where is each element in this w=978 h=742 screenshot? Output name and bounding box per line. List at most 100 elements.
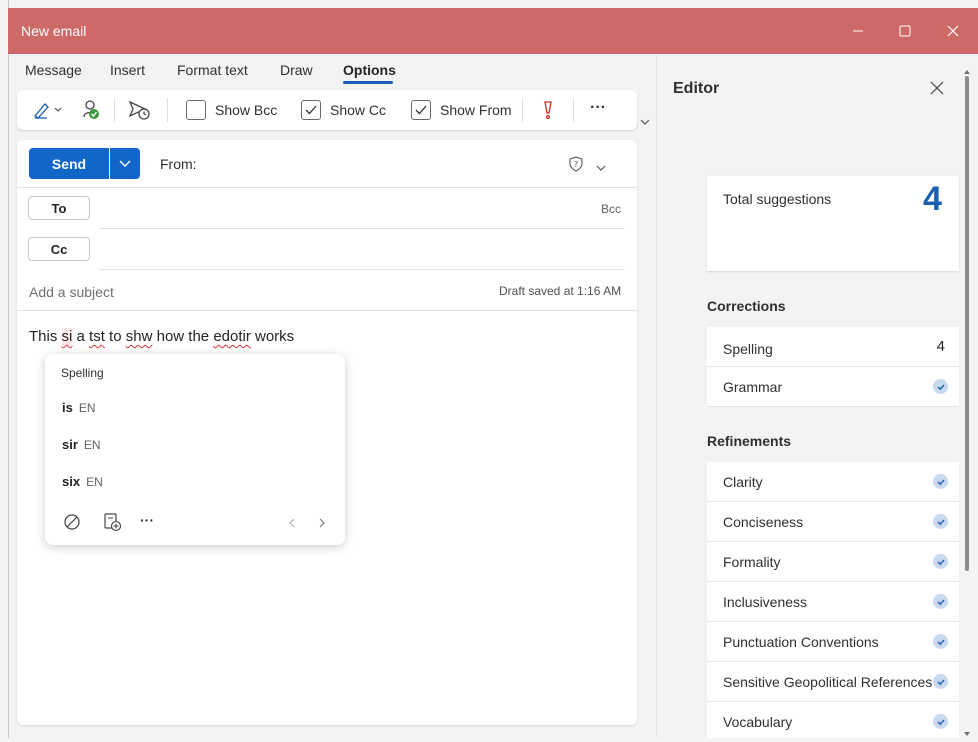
send-options-dropdown[interactable] [110, 148, 140, 179]
bcc-link[interactable]: Bcc [601, 202, 621, 216]
refinements-heading: Refinements [707, 433, 792, 449]
checkmark-icon [415, 105, 427, 115]
refinement-clarity-row[interactable]: Clarity [707, 462, 959, 502]
more-options-button[interactable]: ··· [590, 99, 606, 117]
suggestion-item[interactable]: sir EN [62, 437, 101, 452]
body-text: This [29, 328, 62, 345]
send-button[interactable]: Send [29, 148, 109, 179]
checkmark-circle-icon [933, 474, 948, 489]
tab-insert[interactable]: Insert [110, 62, 145, 78]
chevron-left-icon [289, 518, 295, 528]
corrections-grammar-row[interactable]: Grammar [707, 367, 959, 407]
refinement-inclusiveness-row[interactable]: Inclusiveness [707, 582, 959, 622]
subject-input[interactable]: Add a subject [29, 284, 114, 300]
misspelled-word[interactable]: shw [126, 328, 153, 345]
signature-button[interactable] [33, 100, 63, 125]
row-label: Inclusiveness [723, 594, 808, 610]
show-bcc-checkbox[interactable] [186, 100, 206, 120]
checkmark-circle-icon [933, 594, 948, 609]
importance-high-button[interactable] [541, 100, 555, 125]
show-bcc-label[interactable]: Show Bcc [215, 102, 277, 118]
checkmark-icon [305, 105, 317, 115]
ribbon-expand-button[interactable] [639, 114, 651, 132]
chevron-down-icon [596, 165, 606, 171]
tab-format-text[interactable]: Format text [177, 62, 248, 78]
minimize-button[interactable] [834, 8, 882, 54]
divider [17, 187, 637, 188]
exclamation-icon [544, 101, 552, 120]
suggestion-language: EN [83, 438, 101, 452]
sensitivity-button[interactable] [81, 99, 101, 126]
tab-options[interactable]: Options [343, 62, 396, 78]
caret-down-icon [964, 732, 970, 736]
refinement-punctuation-row[interactable]: Punctuation Conventions [707, 622, 959, 662]
misspelled-word[interactable]: tst [89, 328, 105, 345]
row-label: Clarity [723, 474, 763, 490]
refinement-vocabulary-row[interactable]: Vocabulary [707, 702, 959, 738]
checkmark-circle-icon [933, 379, 948, 394]
shield-icon: ? [569, 156, 583, 172]
suggestion-language: EN [86, 475, 103, 489]
toolbar-divider [522, 98, 523, 122]
show-from-checkbox[interactable] [411, 100, 431, 120]
person-check-icon [83, 100, 99, 119]
refinement-formality-row[interactable]: Formality [707, 542, 959, 582]
suggestion-item[interactable]: is EN [62, 400, 96, 415]
draft-status: Draft saved at 1:16 AM [499, 284, 622, 298]
misspelled-word[interactable]: edotir [213, 328, 251, 345]
refinement-geopolitical-row[interactable]: Sensitive Geopolitical References [707, 662, 959, 702]
cc-field[interactable] [99, 233, 625, 267]
from-dropdown[interactable] [595, 160, 607, 178]
corrections-spelling-row[interactable]: Spelling 4 [707, 327, 959, 367]
body-text: works [250, 328, 295, 345]
editor-title: Editor [673, 80, 720, 97]
divider [99, 269, 625, 270]
tab-draw[interactable]: Draw [280, 62, 313, 78]
from-label[interactable]: From: [160, 156, 197, 172]
spelling-suggestions-popup: Spelling is EN sir EN six EN ··· [45, 354, 345, 545]
row-label: Punctuation Conventions [723, 634, 879, 650]
suggestion-item[interactable]: six EN [62, 474, 103, 489]
divider [17, 310, 637, 311]
maximize-button[interactable] [881, 8, 929, 54]
send-label: Send [51, 155, 87, 172]
checkmark-circle-icon [933, 514, 948, 529]
ignore-button[interactable] [63, 513, 81, 536]
row-label: Spelling [723, 341, 773, 357]
close-editor-button[interactable] [930, 81, 944, 100]
total-suggestions-card: Total suggestions 4 [707, 176, 959, 271]
cc-label: Cc [50, 241, 68, 257]
chevron-right-icon [319, 518, 325, 528]
message-body[interactable]: This si a tst to shw how the edotir work… [29, 328, 294, 345]
body-text: how the [152, 328, 214, 345]
sensitivity-indicator[interactable]: ? [569, 156, 583, 177]
next-suggestion-button[interactable] [317, 516, 327, 534]
window-title: New email [21, 23, 87, 39]
add-to-dictionary-button[interactable] [103, 512, 122, 537]
row-label: Grammar [723, 379, 783, 395]
to-label: To [51, 200, 67, 216]
delay-delivery-button[interactable] [128, 100, 150, 125]
tab-message[interactable]: Message [25, 62, 82, 78]
suggestion-word: is [62, 400, 73, 415]
show-cc-label[interactable]: Show Cc [330, 102, 386, 118]
scroll-down-arrow[interactable] [963, 724, 971, 742]
close-window-button[interactable] [929, 8, 977, 54]
previous-suggestion-button[interactable] [287, 516, 297, 534]
show-from-label[interactable]: Show From [440, 102, 512, 118]
to-button[interactable]: To [28, 196, 90, 220]
ignore-icon [64, 514, 80, 530]
dictionary-add-icon [104, 513, 122, 532]
refinement-conciseness-row[interactable]: Conciseness [707, 502, 959, 542]
misspelled-word[interactable]: si [61, 328, 73, 345]
more-actions-button[interactable]: ··· [140, 512, 154, 528]
show-cc-checkbox[interactable] [301, 100, 321, 120]
cc-button[interactable]: Cc [28, 237, 90, 261]
signature-pen-icon [34, 103, 62, 119]
checkmark-circle-icon [933, 674, 948, 689]
toolbar-divider [167, 98, 168, 122]
to-field[interactable] [99, 192, 559, 226]
chevron-down-icon [640, 119, 650, 125]
editor-scrollbar[interactable] [965, 76, 969, 571]
divider [99, 228, 625, 229]
